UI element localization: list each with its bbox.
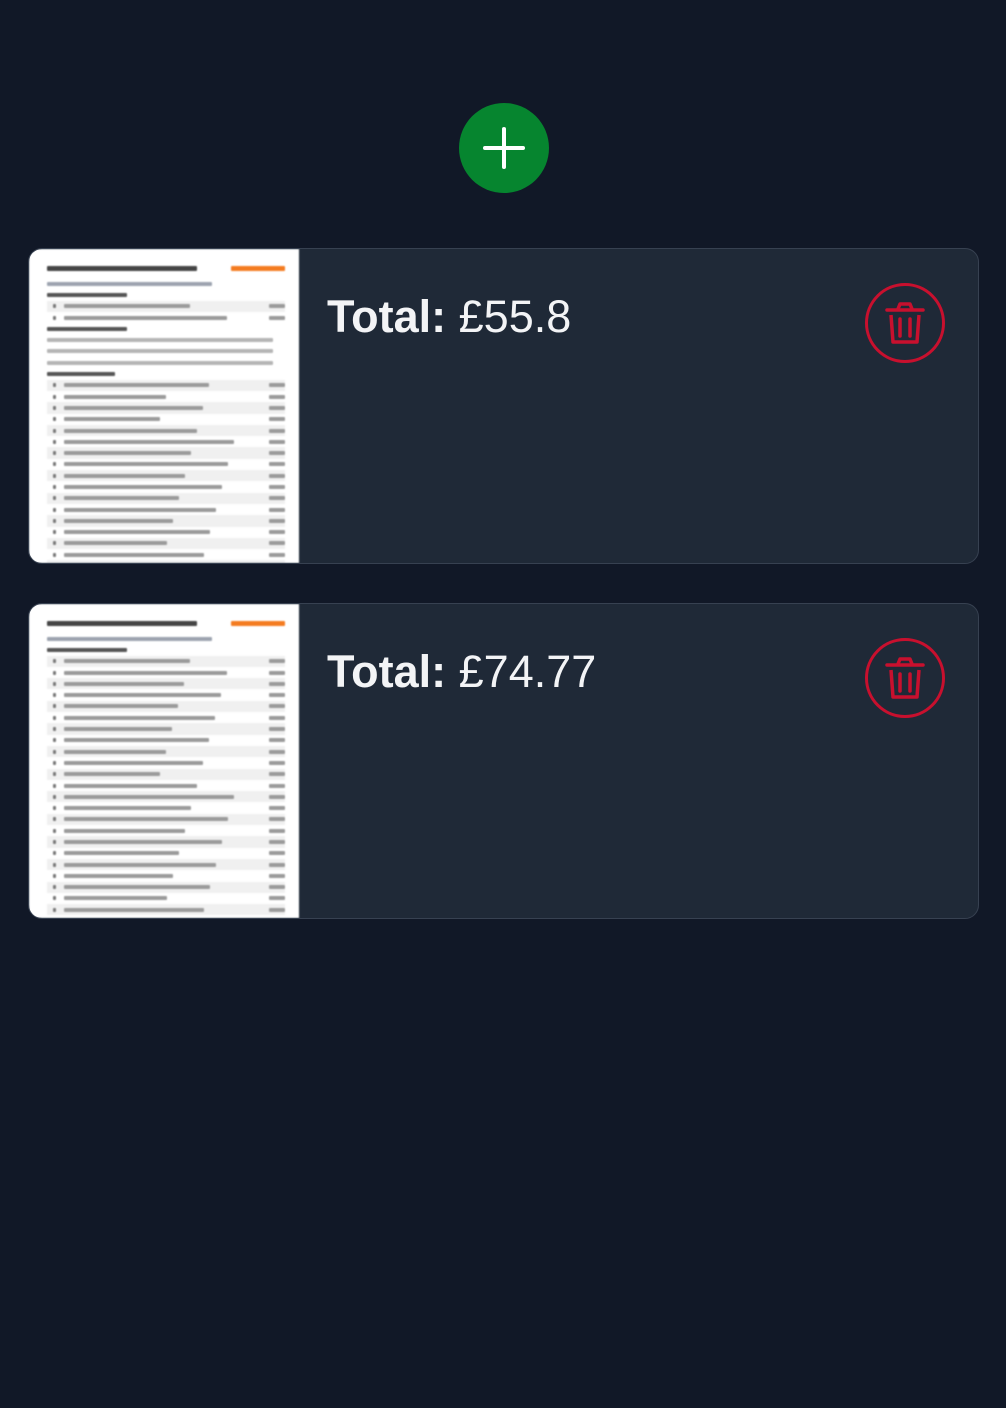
thumbnail-line bbox=[47, 700, 285, 713]
thumbnail-line bbox=[47, 289, 285, 300]
thumbnail-line bbox=[47, 436, 285, 447]
thumbnail-line bbox=[47, 391, 285, 402]
thumbnail-line bbox=[47, 768, 285, 780]
thumbnail-line bbox=[47, 459, 285, 470]
thumbnail-line bbox=[47, 368, 285, 379]
thumbnail-line bbox=[47, 757, 285, 768]
thumbnail-line bbox=[47, 802, 285, 813]
thumbnail-line bbox=[47, 870, 285, 881]
trash-icon bbox=[885, 657, 925, 699]
thumbnail-line bbox=[47, 357, 285, 368]
delete-receipt-button[interactable] bbox=[865, 283, 945, 363]
thumbnail-line bbox=[47, 712, 285, 723]
receipt-total: Total: £74.77 bbox=[327, 646, 596, 698]
thumbnail-line bbox=[47, 745, 285, 758]
thumbnail-line bbox=[47, 560, 285, 563]
thumbnail-line bbox=[47, 881, 285, 893]
thumbnail-line bbox=[47, 537, 285, 550]
thumbnail-line bbox=[47, 644, 285, 655]
thumbnail-line bbox=[47, 312, 285, 323]
thumbnail-line bbox=[47, 346, 285, 357]
thumbnail-line bbox=[47, 414, 285, 425]
total-value: £55.8 bbox=[458, 291, 572, 342]
thumbnail-line bbox=[47, 633, 285, 644]
thumbnail-line bbox=[47, 723, 285, 735]
thumbnail-line bbox=[47, 278, 285, 289]
thumbnail-line bbox=[47, 780, 285, 791]
thumbnail-line bbox=[47, 527, 285, 538]
thumbnail-line bbox=[47, 735, 285, 746]
receipt-card[interactable]: Total: £74.77 bbox=[28, 603, 979, 919]
thumbnail-line bbox=[47, 402, 285, 414]
delete-receipt-button[interactable] bbox=[865, 638, 945, 718]
receipt-thumbnail[interactable] bbox=[29, 604, 299, 918]
total-label: Total: bbox=[327, 291, 447, 342]
thumbnail-line bbox=[47, 492, 285, 504]
thumbnail-line bbox=[47, 334, 285, 345]
receipt-total: Total: £55.8 bbox=[327, 291, 571, 343]
thumbnail-line bbox=[47, 379, 285, 391]
thumbnail-heading bbox=[47, 618, 285, 628]
total-label: Total: bbox=[327, 646, 447, 697]
thumbnail-line bbox=[47, 515, 285, 527]
thumbnail-line bbox=[47, 470, 285, 482]
thumbnail-line bbox=[47, 689, 285, 700]
thumbnail-line bbox=[47, 858, 285, 871]
thumbnail-line bbox=[47, 678, 285, 690]
add-receipt-button[interactable] bbox=[459, 103, 549, 193]
thumbnail-line bbox=[47, 893, 285, 904]
thumbnail-line bbox=[47, 825, 285, 836]
thumbnail-line bbox=[47, 504, 285, 515]
thumbnail-line bbox=[47, 667, 285, 678]
thumbnail-line bbox=[47, 904, 285, 916]
thumbnail-line bbox=[47, 655, 285, 667]
receipt-card[interactable]: Total: £55.8 bbox=[28, 248, 979, 564]
thumbnail-line bbox=[47, 447, 285, 459]
thumbnail-line bbox=[47, 424, 285, 437]
thumbnail-line bbox=[47, 848, 285, 859]
receipt-thumbnail[interactable] bbox=[29, 249, 299, 563]
thumbnail-line bbox=[47, 481, 285, 492]
thumbnail-line bbox=[47, 323, 285, 334]
thumbnail-line bbox=[47, 549, 285, 560]
plus-icon bbox=[483, 127, 525, 169]
thumbnail-line bbox=[47, 836, 285, 848]
thumbnail-line bbox=[47, 300, 285, 312]
trash-icon bbox=[885, 302, 925, 344]
receipts-page: Total: £55.8 Total: £74.77 bbox=[0, 0, 1006, 1408]
thumbnail-heading bbox=[47, 263, 285, 273]
total-value: £74.77 bbox=[458, 646, 597, 697]
thumbnail-line bbox=[47, 813, 285, 826]
thumbnail-line bbox=[47, 791, 285, 803]
